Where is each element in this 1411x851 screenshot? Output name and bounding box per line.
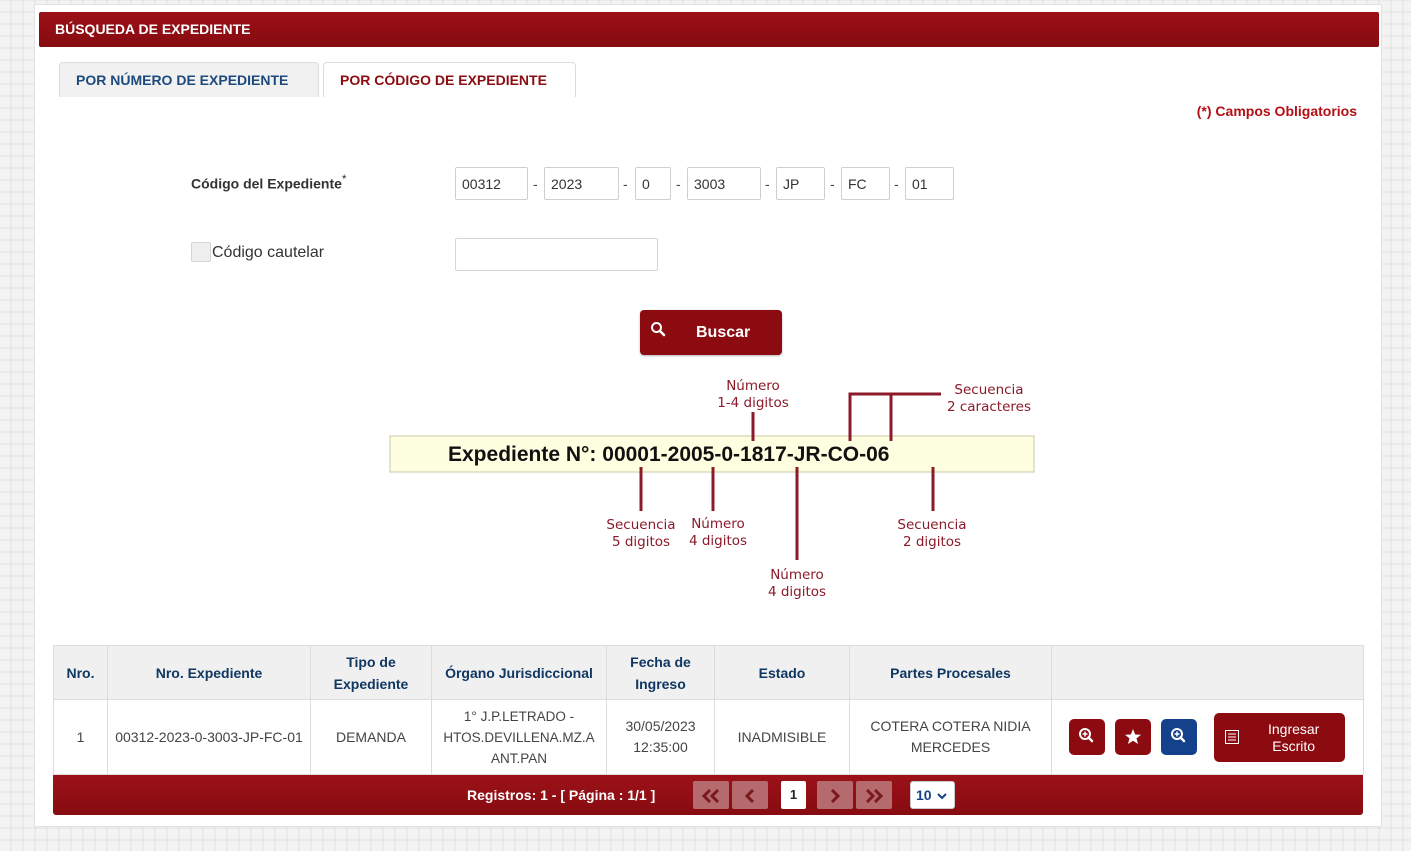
label-numero4b-2: 4 digitos (768, 584, 826, 600)
col-nro-expediente: Nro. Expediente (107, 645, 311, 700)
cell-tipo: DEMANDA (310, 699, 432, 775)
example-code: Expediente N°: 00001-2005-0-1817-JR-CO-0… (448, 443, 889, 466)
double-chevron-left-icon (701, 788, 720, 803)
diagram-connectors (639, 392, 941, 560)
prev-page-button[interactable] (732, 781, 768, 809)
cell-fecha: 30/05/2023 12:35:00 (606, 699, 715, 775)
view-detail-button[interactable] (1069, 719, 1105, 755)
col-fecha-ingreso: Fecha de Ingreso (606, 645, 715, 700)
next-page-button[interactable] (817, 781, 853, 809)
label-secuencia-top-1: Secuencia (954, 382, 1023, 398)
document-list-icon (1224, 729, 1239, 748)
double-chevron-right-icon (865, 788, 884, 803)
results-table: Nro. Nro. Expediente Tipo de Expediente … (53, 645, 1364, 775)
cell-nro: 1 (53, 699, 108, 775)
label-numero4b-1: Número (770, 567, 824, 583)
col-nro: Nro. (53, 645, 108, 700)
label-secuencia2-2: 2 digitos (903, 534, 961, 550)
chevron-down-icon (937, 793, 948, 800)
ingresar-escrito-label: Ingresar Escrito (1267, 720, 1320, 754)
label-secuencia5-2: 5 digitos (612, 534, 670, 550)
label-numero4-1: Número (691, 516, 745, 532)
page-1-button[interactable]: 1 (781, 781, 806, 809)
chevron-right-icon (830, 788, 841, 803)
cell-partes: COTERA COTERA NIDIA MERCEDES (849, 699, 1052, 775)
label-numero-top-2: 1-4 digitos (717, 395, 789, 411)
col-partes-procesales: Partes Procesales (849, 645, 1052, 700)
expediente-format-diagram: Expediente N°: 00001-2005-0-1817-JR-CO-0… (389, 378, 1035, 600)
ingresar-escrito-button[interactable]: Ingresar Escrito (1213, 712, 1345, 762)
page-size-select[interactable]: 10 (910, 781, 955, 809)
search-detail-button[interactable] (1160, 719, 1197, 755)
cell-estado: INADMISIBLE (714, 699, 850, 775)
cell-expediente: 00312-2023-0-3003-JP-FC-01 (107, 699, 311, 775)
col-estado: Estado (714, 645, 850, 700)
label-secuencia5-1: Secuencia (606, 517, 675, 533)
zoom-in-icon (1079, 728, 1094, 743)
search-panel: BÚSQUEDA DE EXPEDIENTE POR NÚMERO DE EXP… (34, 4, 1382, 827)
results-table-wrap: Nro. Nro. Expediente Tipo de Expediente … (53, 645, 1364, 775)
last-page-button[interactable] (856, 781, 892, 809)
registros-info: Registros: 1 - [ Página : 1/1 ] (467, 787, 656, 803)
label-numero-top-1: Número (726, 378, 780, 394)
first-page-button[interactable] (693, 781, 729, 809)
favorite-button[interactable] (1114, 719, 1151, 755)
col-tipo-expediente: Tipo de Expediente (310, 645, 432, 700)
star-icon (1124, 729, 1141, 744)
label-secuencia-top-2: 2 caracteres (947, 399, 1031, 415)
zoom-in-icon (1170, 728, 1186, 743)
cell-actions: Ingresar Escrito (1051, 699, 1364, 775)
pagination-bar: Registros: 1 - [ Página : 1/1 ] 1 10 (53, 775, 1363, 815)
col-acciones (1051, 645, 1364, 700)
cell-organo: 1° J.P.LETRADO - HTOS.DEVILLENA.MZ.A ANT… (431, 699, 607, 775)
label-numero4-2: 4 digitos (689, 533, 747, 549)
table-row: 1 00312-2023-0-3003-JP-FC-01 DEMANDA 1° … (53, 699, 1364, 775)
table-header-row: Nro. Nro. Expediente Tipo de Expediente … (53, 645, 1364, 700)
col-organo-jurisdiccional: Órgano Jurisdiccional (431, 645, 607, 700)
label-secuencia2-1: Secuencia (897, 517, 966, 533)
chevron-left-icon (744, 788, 755, 803)
